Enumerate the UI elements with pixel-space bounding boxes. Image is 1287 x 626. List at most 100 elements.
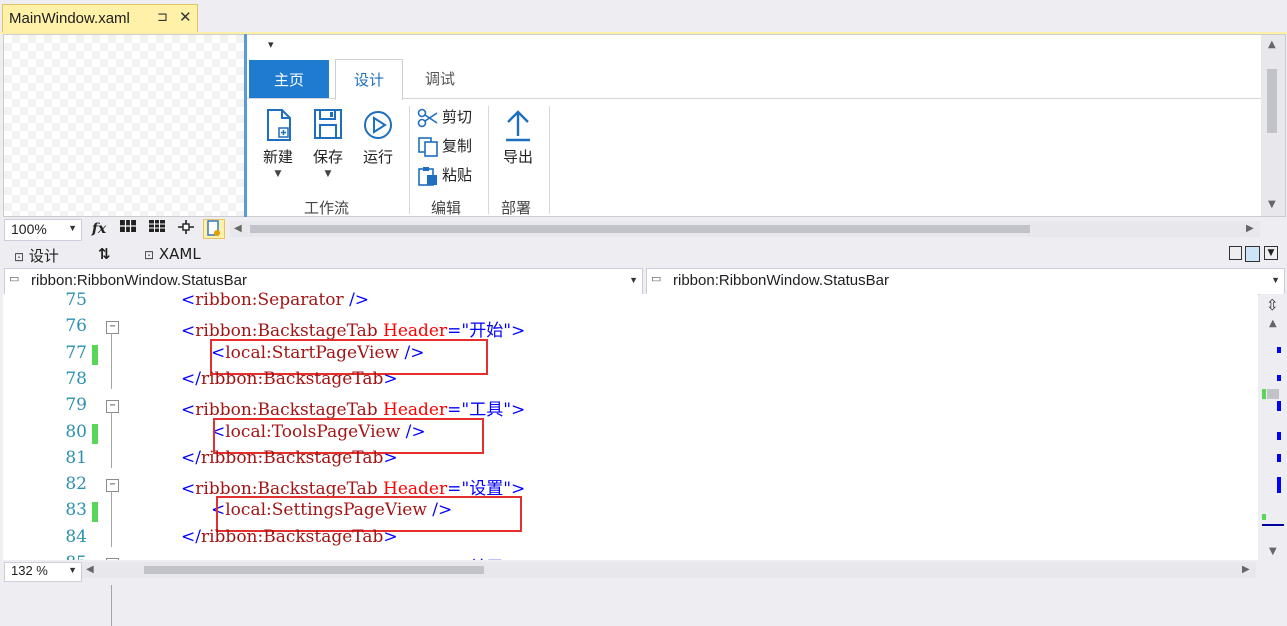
project-code-icon[interactable] [203, 219, 225, 239]
code-line[interactable]: 78 </ribbon:BackstageTab> [3, 368, 1258, 394]
group-separator [488, 106, 489, 214]
overview-marker [1277, 375, 1281, 381]
play-icon [364, 111, 392, 139]
code-line[interactable]: 75 <ribbon:Separator /> [3, 289, 1258, 315]
scroll-right-icon[interactable]: ▶ [1242, 564, 1250, 575]
code-text: </ribbon:BackstageTab> [181, 368, 398, 389]
code-line[interactable]: 79 − <ribbon:BackstageTab Header="工具"> [3, 394, 1258, 469]
swap-panes-icon[interactable]: ⇅ [98, 245, 111, 263]
line-number: 80 [65, 421, 87, 442]
scroll-up-icon[interactable]: ▲ [1268, 39, 1276, 50]
code-line[interactable]: 84 </ribbon:BackstageTab> [3, 526, 1258, 552]
scroll-left-icon[interactable]: ◀ [86, 564, 94, 575]
collapse-pane-icon[interactable]: ▼ [1264, 246, 1278, 260]
line-number: 84 [65, 526, 87, 547]
export-button[interactable]: 导出 [498, 108, 538, 167]
code-editor[interactable]: 75 <ribbon:Separator /> 76 − <ribbon:Backsta… [3, 290, 1258, 626]
quick-access-dropdown-icon[interactable]: ▾ [268, 38, 274, 51]
split-handle-icon[interactable]: ⇳ [1266, 296, 1279, 314]
collapse-icon[interactable]: − [106, 321, 119, 335]
fx-icon[interactable]: fx [88, 219, 110, 239]
line-number: 75 [65, 290, 87, 310]
snap-lines-icon[interactable] [175, 219, 197, 239]
editor-zoom-value: 132 % [11, 563, 48, 578]
design-view-label: 设计 [28, 247, 59, 265]
ribbon-tab-design[interactable]: 设计 [335, 59, 403, 102]
editor-vertical-scrollbar[interactable]: ⇳ ▲ ▼ [1260, 294, 1287, 560]
cut-button-label: 剪切 [442, 108, 473, 126]
caret-position-marker [1262, 524, 1284, 526]
scroll-right-icon[interactable]: ▶ [1246, 223, 1254, 234]
grid-icon[interactable] [117, 219, 139, 239]
editor-horizontal-scrollbar[interactable]: ◀ ▶ [82, 562, 1256, 578]
designer-horizontal-scrollbar[interactable]: ◀ ▶ [230, 221, 1260, 237]
chevron-down-icon: ▼ [68, 223, 77, 233]
line-number: 83 [65, 500, 87, 521]
new-button-label: 新建 [262, 148, 293, 166]
overview-marker [1277, 477, 1281, 493]
scrollbar-thumb[interactable] [1267, 69, 1277, 133]
close-icon[interactable]: ✕ [179, 8, 192, 26]
editor-zoom-select[interactable]: 132 % ▼ [4, 562, 82, 582]
scrollbar-thumb[interactable] [1267, 389, 1279, 399]
collapse-icon[interactable]: − [106, 400, 119, 414]
xaml-view-label: XAML [158, 245, 201, 263]
overview-marker [1277, 401, 1281, 411]
line-number: 81 [65, 447, 87, 468]
chevron-down-icon: ▼ [1271, 275, 1280, 285]
group-separator [549, 106, 550, 214]
designer-zoom-value: 100% [11, 221, 47, 237]
group-separator [409, 106, 410, 214]
new-button[interactable]: 新建 ▼ [258, 108, 298, 179]
cut-button[interactable]: 剪切 [417, 106, 472, 130]
scrollbar-thumb[interactable] [250, 225, 1030, 233]
overview-marker [1277, 432, 1281, 440]
group-label-deploy: 部署 [501, 199, 532, 217]
quick-access-toolbar [247, 35, 1261, 59]
horizontal-split-icon[interactable] [1245, 246, 1260, 262]
copy-icon [418, 136, 438, 157]
scroll-up-icon[interactable]: ▲ [1269, 318, 1277, 329]
scroll-down-icon[interactable]: ▼ [1268, 199, 1276, 210]
chevron-down-icon: ▼ [68, 565, 77, 575]
vertical-split-icon[interactable] [1229, 246, 1242, 260]
paste-button[interactable]: 粘贴 [417, 164, 472, 188]
ribbon-tab-bar: 主页 设计 调试 [247, 59, 1261, 102]
document-tab-mainwindow[interactable]: MainWindow.xaml ⊐ ✕ [2, 4, 198, 33]
save-button[interactable]: 保存 ▼ [308, 108, 348, 179]
collapse-icon[interactable]: − [106, 479, 119, 493]
group-label-edit: 编辑 [431, 199, 462, 217]
code-line[interactable]: 81 </ribbon:BackstageTab> [3, 447, 1258, 473]
scroll-down-icon[interactable]: ▼ [1269, 546, 1277, 557]
tab-design-view[interactable]: ⊡ 设计 [14, 245, 59, 266]
scrollbar-thumb[interactable] [144, 566, 484, 574]
line-number: 78 [65, 368, 87, 389]
copy-button[interactable]: 复制 [417, 135, 472, 159]
chevron-down-icon: ▼ [274, 169, 282, 179]
ribbon-tab-home[interactable]: 主页 [249, 60, 329, 98]
group-label-workflow: 工作流 [304, 199, 350, 217]
code-line[interactable]: 77 <local:StartPageView /> [3, 338, 1258, 375]
copy-button-label: 复制 [442, 137, 473, 155]
code-line[interactable]: 83 <local:SettingsPageView /> [3, 496, 1258, 533]
designer-vertical-scrollbar[interactable]: ▲ ▼ [1261, 35, 1285, 216]
code-line[interactable]: 82 − <ribbon:BackstageTab Header="设置"> [3, 473, 1258, 548]
designer-zoom-select[interactable]: 100% ▼ [4, 219, 82, 241]
export-button-label: 导出 [502, 148, 533, 166]
new-file-icon [267, 109, 291, 141]
code-text: <ribbon:BackstageTab Header="设置"> [181, 479, 526, 500]
change-indicator [92, 423, 98, 444]
scroll-left-icon[interactable]: ◀ [234, 223, 242, 234]
code-line[interactable]: 80 <local:ToolsPageView /> [3, 417, 1258, 454]
chevron-down-icon: ▼ [324, 169, 332, 179]
line-number: 79 [65, 395, 87, 416]
change-indicator [92, 344, 98, 365]
code-line[interactable]: 76 − <ribbon:BackstageTab Header="开始"> [3, 315, 1258, 390]
snap-grid-icon[interactable] [146, 219, 168, 239]
design-canvas-background [4, 35, 244, 216]
pin-icon[interactable]: ⊐ [157, 10, 168, 25]
save-button-label: 保存 [312, 148, 343, 166]
ribbon-tab-debug[interactable]: 调试 [407, 59, 473, 99]
run-button[interactable]: 运行 [358, 108, 398, 167]
tab-xaml-view[interactable]: ⊡ XAML [144, 245, 201, 263]
